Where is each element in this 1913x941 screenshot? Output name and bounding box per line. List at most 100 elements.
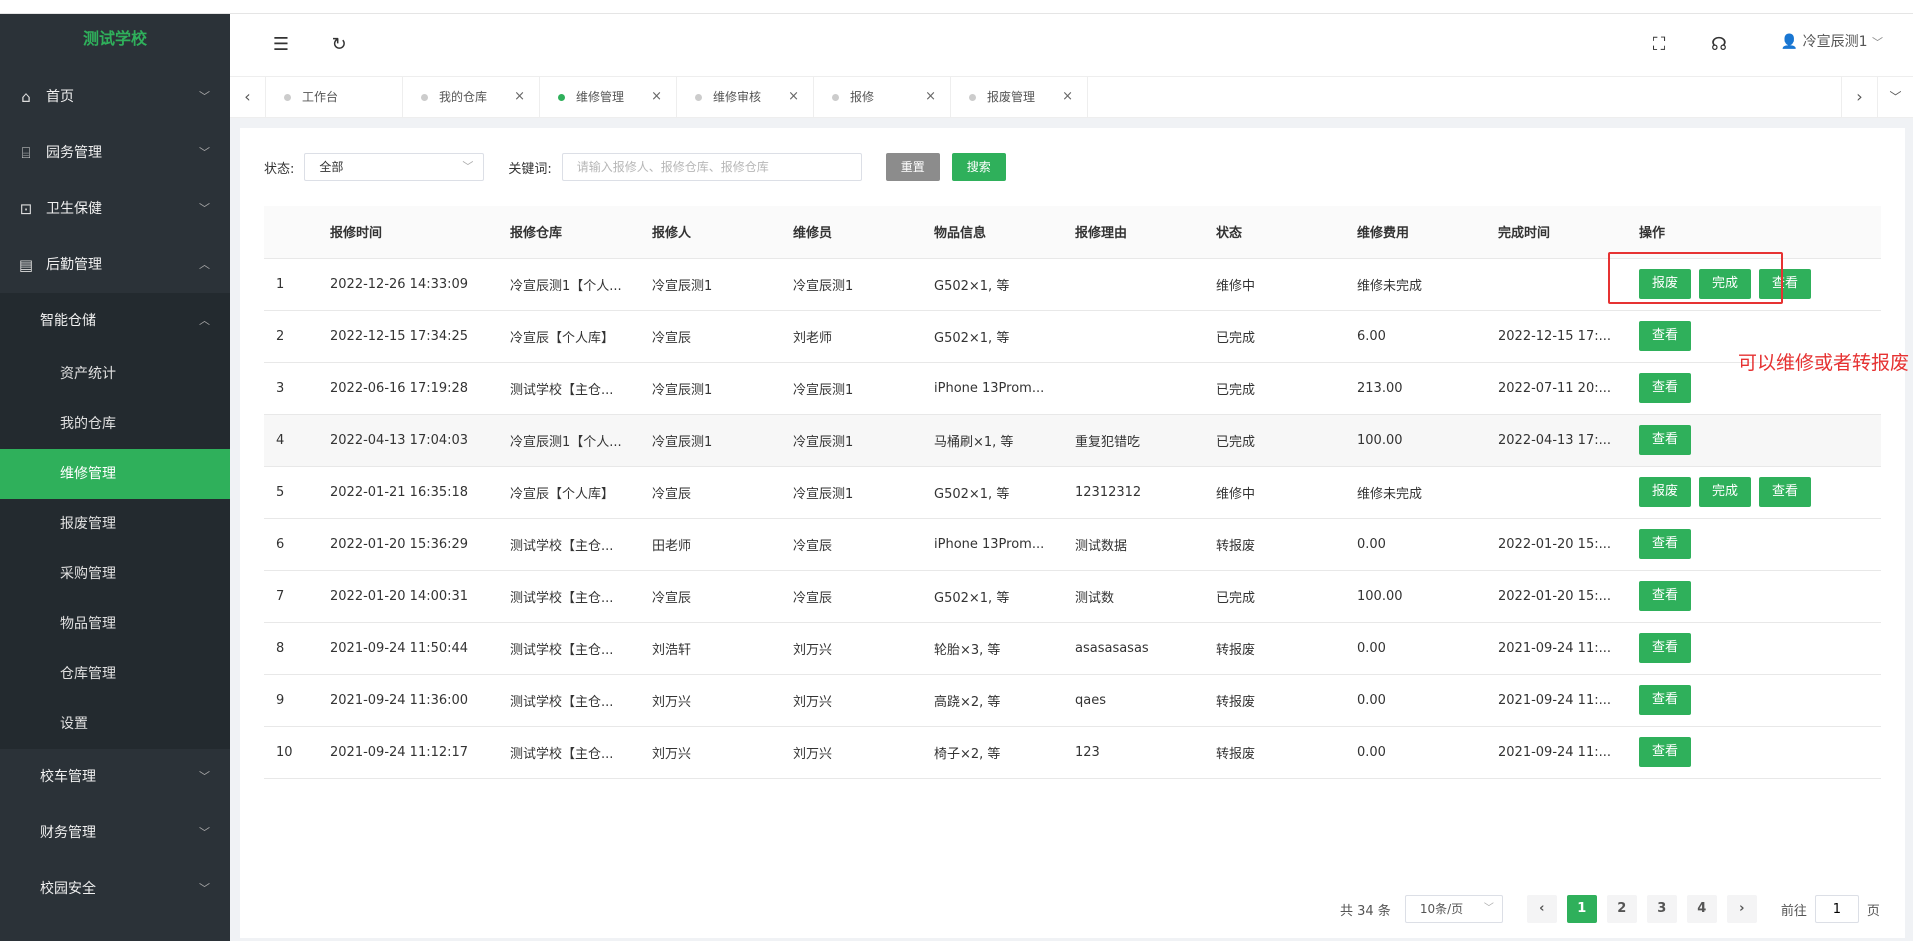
cell-reason (1075, 258, 1216, 311)
column-header: 完成时间 (1498, 206, 1639, 259)
fullscreen-icon[interactable]: ⛶ (1644, 14, 1674, 76)
cell-time: 2021-09-24 11:36:00 (330, 674, 510, 727)
submenu-item[interactable]: 维修管理 (0, 449, 230, 499)
status-select[interactable]: 全部 ﹀ (304, 153, 485, 181)
submenu-item[interactable]: 资产统计 (0, 349, 230, 399)
headset-icon[interactable]: ☊ (1704, 14, 1734, 76)
tab-item[interactable]: 工作台 (266, 77, 403, 117)
cell-time: 2022-01-20 15:36:29 (330, 518, 510, 571)
cell-time: 2022-04-13 17:04:03 (330, 414, 510, 467)
top-header: ☰ ↻ ⛶ ☊ 👤 冷宣辰测1 ﹀ (230, 14, 1913, 76)
keyword-input[interactable] (561, 153, 862, 181)
tab-status-dot (695, 94, 702, 101)
cell-done: 2021-09-24 11:... (1498, 622, 1639, 675)
annotation-note: 可以维修或者转报废 (1738, 352, 1910, 374)
cell-warehouse: 冷宣辰【个人库】 (510, 466, 652, 519)
scrap-button[interactable]: 报废 (1639, 477, 1692, 507)
submenu-item[interactable]: 设置 (0, 699, 230, 749)
page-number-button[interactable]: 1 (1566, 895, 1597, 923)
sidebar-item-4[interactable]: ▤ 后勤管理 ︿ (0, 237, 230, 293)
view-button[interactable]: 查看 (1639, 633, 1692, 663)
page-number-button[interactable]: 2 (1606, 895, 1637, 923)
collapse-menu-icon[interactable]: ☰ (266, 14, 296, 76)
view-button[interactable]: 查看 (1639, 373, 1692, 403)
close-icon[interactable]: × (788, 77, 799, 117)
cell-warehouse: 测试学校【主仓... (510, 362, 652, 415)
close-icon[interactable]: × (1062, 77, 1073, 117)
view-button[interactable]: 查看 (1639, 529, 1692, 559)
sidebar-item-label: 后勤管理 (46, 257, 102, 273)
cell-idx: 10 (264, 726, 330, 779)
submenu-smart-storage: 智能仓储 ︿ 资产统计 我的仓库 维修管理 报废管理 采购管理 物品管理 仓库管理 设置 (0, 293, 230, 749)
goto-page-input[interactable] (1814, 895, 1859, 923)
cell-status: 转报废 (1216, 726, 1357, 779)
cell-maintainer: 冷宣辰测1 (793, 466, 934, 519)
cell-time: 2022-01-20 14:00:31 (330, 570, 510, 623)
refresh-icon[interactable]: ↻ (324, 14, 354, 76)
sidebar-item-2[interactable]: ⌸ 园务管理 ﹀ (0, 125, 230, 181)
prev-page-button[interactable]: ‹ (1526, 895, 1557, 923)
sidebar-item-bottom[interactable]: 校车管理 ﹀ (0, 749, 230, 805)
submenu-header-smart-storage[interactable]: 智能仓储 ︿ (0, 293, 230, 349)
tab-label: 维修审核 (713, 90, 762, 104)
next-page-button[interactable]: › (1726, 895, 1757, 923)
chevron-down-icon: ﹀ (199, 90, 210, 103)
filter-bar: 状态: 全部 ﹀ 关键词: 重置 搜索 (264, 152, 1006, 182)
cell-warehouse: 冷宣辰测1【个人... (510, 258, 652, 311)
table-row: 6 2022-01-20 15:36:29 测试学校【主仓... 田老师 冷宣辰 iPho… (264, 518, 1881, 571)
cell-done: 2022-12-15 17:... (1498, 310, 1639, 363)
building-icon: ⌸ (21, 144, 31, 162)
sidebar-item-bottom[interactable]: 校园安全 ﹀ (0, 861, 230, 917)
cell-reporter: 冷宣辰 (652, 310, 793, 363)
tab-item[interactable]: 我的仓库 × (403, 77, 540, 117)
view-button[interactable]: 查看 (1759, 477, 1812, 507)
cell-warehouse: 冷宣辰测1【个人... (510, 414, 652, 467)
health-icon: ⊡ (19, 200, 33, 218)
column-header (264, 206, 330, 259)
tab-bar: ‹ 工作台 我的仓库 × 维修管理 × 维修审核 × 报修 × 报废管理 × › ﹀ (230, 76, 1913, 118)
cell-actions: 查看 (1639, 414, 1881, 467)
cell-status: 已完成 (1216, 362, 1357, 415)
submenu-item[interactable]: 我的仓库 (0, 399, 230, 449)
tab-item[interactable]: 报废管理 × (951, 77, 1088, 117)
chevron-up-icon: ︿ (199, 314, 210, 327)
reset-button[interactable]: 重置 (885, 153, 940, 181)
cell-warehouse: 冷宣辰【个人库】 (510, 310, 652, 363)
complete-button[interactable]: 完成 (1699, 477, 1752, 507)
sidebar-item-3[interactable]: ⊡ 卫生保健 ﹀ (0, 181, 230, 237)
tab-item[interactable]: 报修 × (814, 77, 951, 117)
close-icon[interactable]: × (514, 77, 525, 117)
cell-maintainer: 冷宣辰测1 (793, 414, 934, 467)
submenu-item[interactable]: 物品管理 (0, 599, 230, 649)
column-header: 维修费用 (1357, 206, 1498, 259)
submenu-item[interactable]: 报废管理 (0, 499, 230, 549)
tab-item[interactable]: 维修管理 × (540, 77, 677, 117)
page-size-select[interactable]: 10条/页 ﹀ (1404, 895, 1503, 923)
view-button[interactable]: 查看 (1639, 737, 1692, 767)
tabs-dropdown-icon[interactable]: ﹀ (1877, 77, 1913, 117)
view-button[interactable]: 查看 (1639, 321, 1692, 351)
tab-item[interactable]: 维修审核 × (677, 77, 814, 117)
sidebar-item-bottom[interactable]: 财务管理 ﹀ (0, 805, 230, 861)
cell-done: 2021-09-24 11:... (1498, 674, 1639, 727)
cell-fee: 213.00 (1357, 362, 1498, 415)
close-icon[interactable]: × (651, 77, 662, 117)
view-button[interactable]: 查看 (1639, 581, 1692, 611)
search-button[interactable]: 搜索 (951, 153, 1006, 181)
cell-status: 转报废 (1216, 622, 1357, 675)
submenu-item[interactable]: 采购管理 (0, 549, 230, 599)
user-menu[interactable]: 👤 冷宣辰测1 ﹀ (1781, 14, 1883, 76)
close-icon[interactable]: × (925, 77, 936, 117)
view-button[interactable]: 查看 (1639, 685, 1692, 715)
cell-fee: 维修未完成 (1357, 258, 1498, 311)
page-number-button[interactable]: 4 (1686, 895, 1717, 923)
tabs-scroll-left-icon[interactable]: ‹ (230, 77, 266, 117)
tabs-scroll-right-icon[interactable]: › (1841, 77, 1877, 117)
tab-status-dot (832, 94, 839, 101)
cell-time: 2022-12-26 14:33:09 (330, 258, 510, 311)
page-number-button[interactable]: 3 (1646, 895, 1677, 923)
sidebar-item-1[interactable]: ⌂ 首页 ﹀ (0, 69, 230, 125)
submenu-item[interactable]: 仓库管理 (0, 649, 230, 699)
chevron-up-icon: ︿ (199, 258, 210, 271)
view-button[interactable]: 查看 (1639, 425, 1692, 455)
